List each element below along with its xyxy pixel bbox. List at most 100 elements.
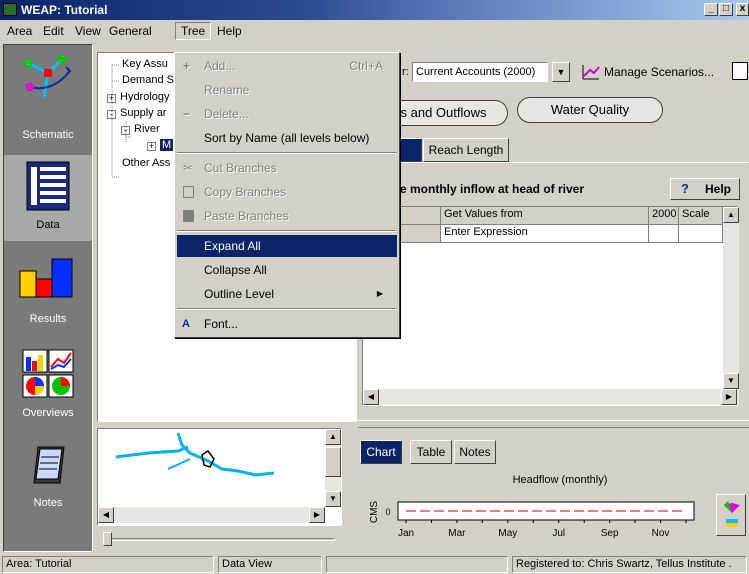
zoom-thumb[interactable] [103,532,112,546]
chart-svg: Headflow (monthly) CMS 0 Jan Mar May Jul Sep… [369,474,695,539]
notes-icon [33,446,65,484]
menu-item-add-label: Add... [204,59,236,73]
overviews-label: Overviews [22,407,74,419]
notes-view-button[interactable]: Notes [4,437,92,527]
book-icon[interactable] [732,62,748,80]
data-view-button[interactable]: Data [4,155,92,241]
delete-icon: − [183,107,191,121]
chart-title: Headflow (monthly) [513,474,608,486]
tab-chart[interactable]: Chart [360,440,402,464]
scroll-right-arrow[interactable]: ▶ [309,507,325,523]
chart-x-tick-label: Jan [398,528,414,539]
tree-node-river[interactable]: River [134,123,160,135]
tree-node-other-assumptions[interactable]: Other Ass [122,157,170,169]
grid-scroll-right-arrow[interactable]: ▶ [721,389,737,405]
chart-type-icon [724,501,740,527]
tree-node-key-assumptions[interactable]: Key Assu [122,58,168,70]
menu-item-cut-branches[interactable]: ✂ Cut Branches [177,157,397,179]
chart-x-tick-label: Nov [652,528,670,539]
grid-scroll-down-arrow[interactable]: ▼ [723,373,739,389]
menu-separator-3 [177,308,397,310]
data-icon [26,161,70,211]
results-icon [19,258,73,298]
menu-item-copy-label: Copy Branches [204,185,287,199]
grid-scroll-left-arrow[interactable]: ◀ [363,389,379,405]
panel-splitter[interactable] [358,420,749,428]
tree-node-supply-resources[interactable]: Supply ar [120,107,166,119]
map-vertical-scrollbar[interactable]: ▲ ▼ [325,429,341,507]
menu-general[interactable]: General [104,23,157,39]
collapse-supply-icon[interactable]: - [107,110,116,119]
maximize-button[interactable]: □ [719,3,733,16]
paste-icon [183,210,194,222]
overviews-view-button[interactable]: Overviews [4,341,92,427]
menu-view[interactable]: View [70,23,106,39]
menu-item-expand-all[interactable]: Expand All [177,235,397,257]
mini-map[interactable]: ▲ ▼ ◀ ▶ [97,428,342,526]
menu-item-outline-label: Outline Level [204,287,275,301]
scroll-up-arrow[interactable]: ▲ [325,429,341,445]
tab-reach-length[interactable]: Reach Length [423,138,509,162]
expand-main-river-icon[interactable]: + [147,142,156,151]
map-horizontal-scrollbar[interactable]: ◀ ▶ [98,507,325,523]
menu-item-add-shortcut: Ctrl+A [349,59,383,73]
data-grid[interactable]: Get Values from 2000 Scale iver Enter Ex… [362,206,739,406]
scissors-icon: ✂ [183,161,194,175]
expand-hydrology-icon[interactable]: + [107,94,116,103]
menu-item-sort[interactable]: Sort by Name (all levels below) [177,127,397,149]
menu-tree[interactable]: Tree [175,22,212,40]
chart-options-button[interactable] [716,494,746,536]
close-button[interactable]: x [736,3,749,16]
status-registration: Registered to: Chris Swartz, Tellus Inst… [512,556,747,573]
zoom-slider[interactable] [103,532,335,546]
grid-scroll-up-arrow[interactable]: ▲ [723,207,739,223]
scenario-dropdown-button[interactable]: ▼ [552,62,570,82]
menu-help[interactable]: Help [212,23,247,39]
grid-header-source: Get Values from [441,207,649,225]
results-view-button[interactable]: Results [4,245,92,335]
scenario-select[interactable]: Current Accounts (2000) [412,62,548,82]
variable-description: age monthly inflow at head of river [386,182,585,196]
scenario-label: r: [402,66,409,78]
menu-edit[interactable]: Edit [38,23,69,39]
grid-vertical-scrollbar[interactable]: ▲ ▼ [723,207,739,389]
tree-node-hydrology[interactable]: Hydrology [120,91,170,103]
menu-item-collapse-all[interactable]: Collapse All [177,259,397,281]
menu-item-font[interactable]: A Font... [177,313,397,335]
tree-menu: + Add... Ctrl+A Rename − Delete... Sort … [174,52,400,338]
water-quality-button[interactable]: Water Quality [517,97,663,123]
menu-item-copy-branches[interactable]: Copy Branches [177,181,397,203]
scroll-left-arrow[interactable]: ◀ [98,507,114,523]
menu-item-rename[interactable]: Rename [177,79,397,101]
zoom-track [103,538,335,541]
chart-x-tick-label: May [498,528,517,539]
schematic-view-button[interactable]: Schematic [4,49,92,147]
menu-item-add[interactable]: + Add... Ctrl+A [177,55,397,77]
menu-area[interactable]: Area [2,23,37,39]
status-bar: Area: Tutorial Data View Registered to: … [0,554,749,574]
schematic-icon [24,55,72,98]
grid-cell-scale[interactable] [679,225,723,243]
tab-table[interactable]: Table [410,440,452,464]
manage-scenarios-button[interactable]: Manage Scenarios... [576,60,731,84]
menu-item-paste-branches[interactable]: Paste Branches [177,205,397,227]
menu-item-outline-level[interactable]: Outline Level ▶ [177,283,397,305]
menu-item-font-label: Font... [204,317,239,331]
grid-cell-year[interactable] [649,225,679,243]
minimize-button[interactable]: _ [704,3,718,16]
chart-y-axis-label: CMS [369,501,380,524]
scroll-thumb[interactable] [325,447,341,477]
grid-horizontal-scrollbar[interactable]: ◀ ▶ [363,389,739,405]
collapse-river-icon[interactable]: - [121,126,130,135]
scroll-down-arrow[interactable]: ▼ [325,491,341,507]
help-button[interactable]: ? Help [670,178,740,200]
copy-icon [183,186,194,198]
tree-node-demand-sites[interactable]: Demand S [122,74,174,86]
title-bar: WEAP: Tutorial _ □ x [0,0,749,20]
grid-cell-source[interactable]: Enter Expression [441,225,649,243]
tab-notes[interactable]: Notes [454,440,496,464]
tree-node-main-river[interactable]: M [160,139,174,151]
status-blank [326,556,508,573]
app-icon [3,3,17,16]
menu-item-delete[interactable]: − Delete... [177,103,397,125]
